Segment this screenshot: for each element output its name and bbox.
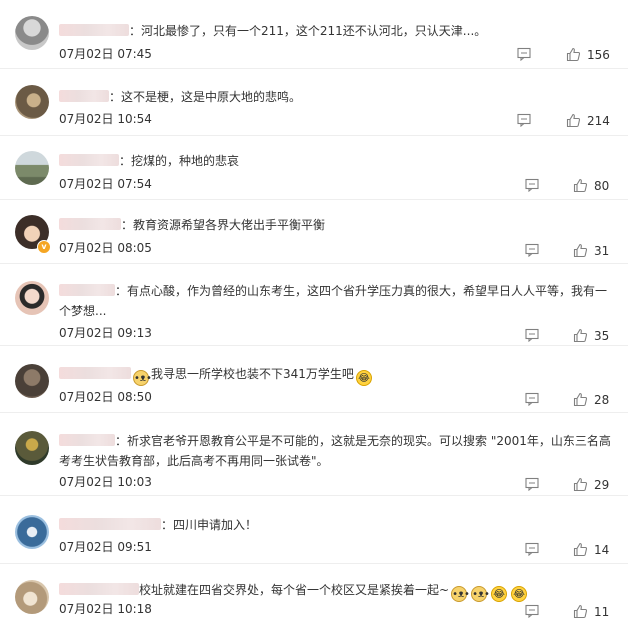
thumbs-up-icon [566, 47, 581, 62]
comment-text: ：祈求官老爷开恩教育公平是不可能的，这就是无奈的现实。可以搜索 "2001年，山… [59, 434, 611, 468]
username[interactable] [59, 218, 121, 230]
username[interactable] [59, 90, 109, 102]
username[interactable] [59, 583, 139, 595]
avatar[interactable] [15, 431, 49, 465]
thumbs-up-icon [566, 113, 581, 128]
comment-text: ：教育资源希望各界大佬出手平衡平衡 [59, 215, 619, 235]
comment-item: ：四川申请加入！ 07月02日 09:51 14 [0, 515, 628, 564]
comment-date: 07月02日 08:50 [59, 390, 152, 404]
thumbs-up-icon [573, 328, 588, 343]
comment-date: 07月02日 09:51 [59, 540, 152, 554]
doge-emoji: •ᴥ• [471, 586, 490, 602]
comment-item: ：有点心酸，作为曾经的山东考生，这四个省升学压力真的很大，希望早日人人平等，我有… [0, 281, 628, 346]
like-button[interactable]: 11 [573, 604, 609, 620]
like-button[interactable]: 14 [573, 542, 609, 558]
comment-icon[interactable] [525, 604, 539, 618]
comment-text: ：这不是梗，这是中原大地的悲鸣。 [59, 87, 619, 107]
verified-badge: v [37, 240, 51, 254]
like-button[interactable]: 35 [573, 328, 609, 344]
comment-item: ：河北最惨了，只有一个211，这个211还不认河北，只认天津...。 07月02… [0, 16, 628, 69]
username[interactable] [59, 367, 131, 379]
comment-date: 07月02日 07:45 [59, 47, 152, 61]
avatar[interactable] [15, 281, 49, 315]
comment-icon[interactable] [517, 113, 531, 127]
comment-item: v ：教育资源希望各界大佬出手平衡平衡 07月02日 08:05 31 [0, 215, 628, 264]
comment-icon[interactable] [525, 542, 539, 556]
comment-list: ：河北最惨了，只有一个211，这个211还不认河北，只认天津...。 07月02… [0, 0, 628, 631]
comment-icon[interactable] [525, 392, 539, 406]
comment-date: 07月02日 08:05 [59, 241, 152, 255]
comment-icon[interactable] [517, 47, 531, 61]
comment-text: ：四川申请加入！ [59, 515, 619, 535]
thumbs-up-icon [573, 604, 588, 619]
cry-laugh-emoji: 😂 [511, 586, 528, 602]
cry-laugh-emoji: 😂 [491, 586, 508, 602]
thumbs-up-icon [573, 243, 588, 258]
cry-laugh-emoji: 😂 [355, 370, 372, 386]
like-button[interactable]: 80 [573, 178, 609, 194]
comment-icon[interactable] [525, 477, 539, 491]
username[interactable] [59, 518, 161, 530]
comment-text: 校址就建在四省交界处，每个省一个校区又是紧挨着一起~ •ᴥ• •ᴥ• 😂 😂 [59, 580, 619, 602]
comment-date: 07月02日 10:18 [59, 602, 152, 616]
comment-date: 07月02日 10:03 [59, 475, 152, 489]
comment-item: ：这不是梗，这是中原大地的悲鸣。 07月02日 10:54 214 [0, 85, 628, 136]
avatar[interactable] [15, 151, 49, 185]
doge-emoji: •ᴥ• [133, 370, 152, 386]
thumbs-up-icon [573, 477, 588, 492]
like-button[interactable]: 214 [566, 113, 610, 129]
thumbs-up-icon [573, 542, 588, 557]
like-button[interactable]: 31 [573, 243, 609, 259]
username[interactable] [59, 154, 119, 166]
comment-text: ：有点心酸，作为曾经的山东考生，这四个省升学压力真的很大，希望早日人人平等，我有… [59, 284, 608, 318]
comment-date: 07月02日 10:54 [59, 112, 152, 126]
comment-text: ：河北最惨了，只有一个211，这个211还不认河北，只认天津...。 [59, 21, 619, 41]
like-button[interactable]: 156 [566, 47, 610, 63]
comment-icon[interactable] [525, 178, 539, 192]
avatar[interactable] [15, 85, 49, 119]
username[interactable] [59, 284, 115, 296]
avatar[interactable] [15, 16, 49, 50]
avatar[interactable] [15, 580, 49, 614]
doge-emoji: •ᴥ• [451, 586, 470, 602]
avatar[interactable] [15, 515, 49, 549]
comment-icon[interactable] [525, 328, 539, 342]
comment-item: •ᴥ•我寻思一所学校也装不下341万学生吧 😂 07月02日 08:50 28 [0, 364, 628, 413]
comment-date: 07月02日 09:13 [59, 326, 152, 340]
comment-icon[interactable] [525, 243, 539, 257]
username[interactable] [59, 434, 115, 446]
comment-text: ：挖煤的，种地的悲哀 [59, 151, 619, 171]
comment-item: ：挖煤的，种地的悲哀 07月02日 07:54 80 [0, 151, 628, 200]
username[interactable] [59, 24, 129, 36]
like-button[interactable]: 28 [573, 392, 609, 408]
comment-item: 校址就建在四省交界处，每个省一个校区又是紧挨着一起~ •ᴥ• •ᴥ• 😂 😂 07月02… [0, 580, 628, 630]
comment-text: •ᴥ•我寻思一所学校也装不下341万学生吧 😂 [59, 364, 619, 386]
avatar[interactable] [15, 364, 49, 398]
comment-item: ：祈求官老爷开恩教育公平是不可能的，这就是无奈的现实。可以搜索 "2001年，山… [0, 431, 628, 496]
comment-date: 07月02日 07:54 [59, 177, 152, 191]
like-button[interactable]: 29 [573, 477, 609, 493]
thumbs-up-icon [573, 178, 588, 193]
thumbs-up-icon [573, 392, 588, 407]
